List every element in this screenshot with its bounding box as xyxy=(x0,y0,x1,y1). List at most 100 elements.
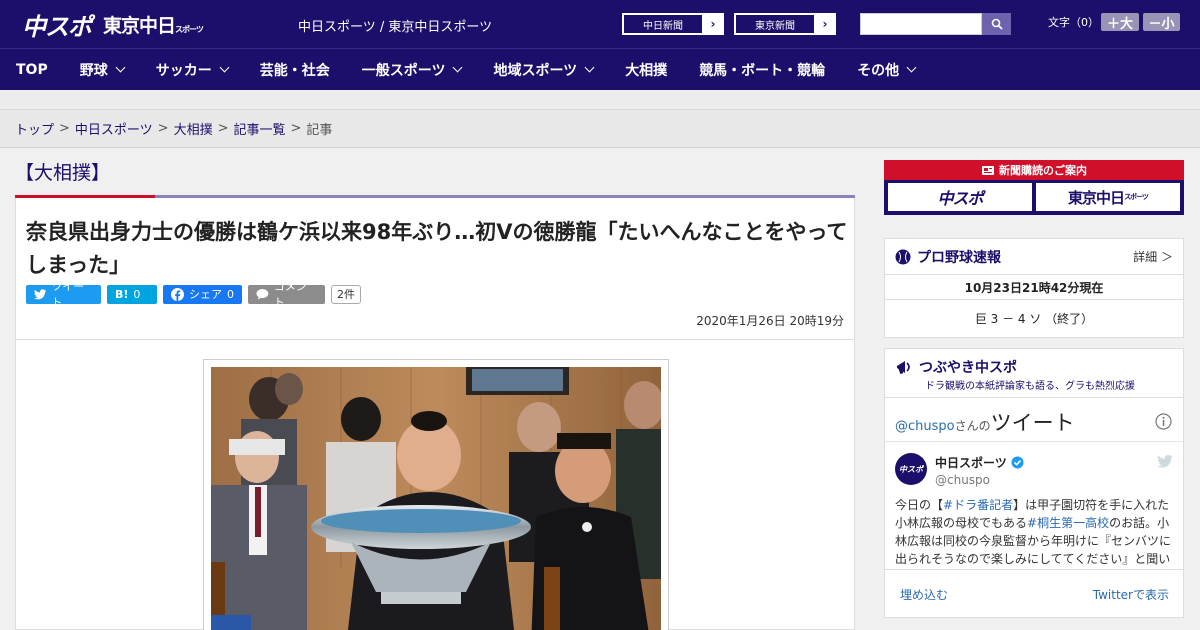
section-label[interactable]: 【大相撲】 xyxy=(15,158,110,185)
comment-label: コメント xyxy=(273,280,307,309)
breadcrumb-separator: > xyxy=(157,121,169,136)
chevron-down-icon xyxy=(453,62,463,73)
spacer-bar xyxy=(0,90,1200,110)
twitter-timeline-header: @chuspo さんの ツイート xyxy=(895,407,1075,437)
search-icon xyxy=(991,18,1003,30)
search-button[interactable] xyxy=(982,13,1011,35)
article-card: 奈良県出身力士の優勝は鶴ケ浜以来98年ぶり…初Vの徳勝龍「たいへんなことをやって… xyxy=(15,198,855,630)
photo-image xyxy=(211,367,661,630)
baseball-icon xyxy=(895,249,911,264)
nav-item-2[interactable]: サッカー xyxy=(140,49,244,91)
hatena-icon: B! xyxy=(115,287,129,301)
account-handle[interactable]: @chuspo xyxy=(935,473,990,487)
nav-item-8[interactable]: その他 xyxy=(841,49,931,91)
info-icon[interactable] xyxy=(1155,413,1172,430)
view-on-twitter-link[interactable]: Twitterで表示 xyxy=(1093,586,1169,603)
site-tagline: 中日スポーツ / 東京中日スポーツ xyxy=(298,20,493,35)
baseball-details-link[interactable]: 詳細 ＞ xyxy=(1133,248,1173,265)
baseball-scores-box: プロ野球速報 詳細 ＞ 10月23日21時42分現在 巨 3 － 4 ソ （終了… xyxy=(884,238,1184,338)
tsubuyaki-header: つぶやき中スポ xyxy=(895,357,1017,377)
breadcrumb-separator: > xyxy=(217,121,229,136)
nav-item-label: 地域スポーツ xyxy=(493,62,578,79)
chunichi-shimbun-link[interactable]: 中日新聞 › xyxy=(622,13,724,35)
facebook-share-button[interactable]: シェア 0 xyxy=(163,284,242,304)
baseball-score-row[interactable]: 巨 3 － 4 ソ （終了） xyxy=(885,300,1183,337)
article-photo[interactable] xyxy=(203,359,669,630)
breadcrumb-article-list[interactable]: 記事一覧 xyxy=(234,119,286,138)
nav-item-3[interactable]: 芸能・社会 xyxy=(244,49,346,91)
font-size-decrease-button[interactable]: －小 xyxy=(1143,13,1180,32)
tweet-text-line: 今日の【#ドラ番記者】は甲子園切符を手に入れた xyxy=(895,498,1170,512)
tweet-text-line: 出られそうなので楽しみにしててください』と聞い xyxy=(895,552,1171,566)
megaphone-icon xyxy=(897,361,910,375)
subscription-buttons: 中スポ 東京中日 スポーツ xyxy=(884,180,1184,214)
font-size-label: 文字（0） xyxy=(1048,16,1099,29)
tokyo-shimbun-label: 東京新聞 xyxy=(735,14,815,34)
twitter-header-divider xyxy=(885,441,1183,442)
breadcrumb-current: 記事 xyxy=(306,123,333,138)
breadcrumb-separator: > xyxy=(59,121,70,136)
logo-tokyo-chunichi: 東京中日スポーツ xyxy=(103,14,204,37)
nav-item-label: サッカー xyxy=(155,62,212,79)
breadcrumb-sumo[interactable]: 大相撲 xyxy=(174,119,213,138)
nav-item-label: 大相撲 xyxy=(625,62,668,79)
facebook-share-count: 0 xyxy=(227,287,234,301)
hashtag-link[interactable]: #ドラ番記者 xyxy=(943,498,1013,512)
font-size-increase-button[interactable]: ＋大 xyxy=(1101,13,1139,32)
search-form xyxy=(860,13,1011,35)
nav-item-7[interactable]: 競馬・ボート・競輪 xyxy=(683,49,841,91)
baseball-scores-header: プロ野球速報 詳細 ＞ xyxy=(885,239,1183,275)
sumo-celebration-photo xyxy=(211,367,661,630)
subscribe-tokyo-chunichi-button[interactable]: 東京中日 スポーツ xyxy=(1036,183,1180,211)
logo-chuspo: 中スポ xyxy=(22,12,92,41)
chevron-down-icon xyxy=(584,62,595,73)
comment-count[interactable]: 2件 xyxy=(331,284,361,304)
facebook-icon xyxy=(171,287,184,301)
tweet-label: ツイート xyxy=(51,280,85,309)
account-name[interactable]: 中日スポーツ xyxy=(935,454,1007,471)
twitter-handle-link[interactable]: @chuspo xyxy=(895,419,955,434)
nav-item-6[interactable]: 大相撲 xyxy=(609,49,683,91)
subscription-banner[interactable]: 新聞購読のご案内 中スポ 東京中日 スポーツ xyxy=(884,160,1184,215)
baseball-scores-title: プロ野球速報 xyxy=(917,249,1001,266)
account-name-row: 中日スポーツ xyxy=(935,454,1024,471)
verified-badge-icon xyxy=(1011,456,1024,469)
nav-item-label: TOP xyxy=(16,61,48,78)
nav-item-4[interactable]: 一般スポーツ xyxy=(346,49,478,91)
embed-link[interactable]: 埋め込む xyxy=(900,586,948,603)
top-header: 中スポ 東京中日スポーツ 中日スポーツ / 東京中日スポーツ 中日新聞 › 東京… xyxy=(0,0,1200,48)
chevron-down-icon xyxy=(906,62,917,73)
chunichi-shimbun-label: 中日新聞 xyxy=(623,14,703,34)
twitter-bird-icon[interactable] xyxy=(1157,455,1173,468)
search-input[interactable] xyxy=(860,13,982,35)
twitter-handle-suffix: さんの xyxy=(954,419,991,433)
breadcrumb-top[interactable]: トップ xyxy=(15,119,54,138)
site-logo[interactable]: 中スポ 東京中日スポーツ xyxy=(22,10,204,41)
nav-item-label: その他 xyxy=(857,62,900,79)
hatena-count: 0 xyxy=(133,287,141,301)
tweet-text-line: 林広報は同校の今泉監督から年明けに『センバツに xyxy=(895,534,1172,548)
breadcrumb: トップ > 中日スポーツ > 大相撲 > 記事一覧 > 記事 xyxy=(0,110,1200,148)
tsubuyaki-title: つぶやき中スポ xyxy=(919,360,1017,376)
breadcrumb-chunichi-sports[interactable]: 中日スポーツ xyxy=(75,119,153,138)
hashtag-link[interactable]: #桐生第一高校 xyxy=(1027,516,1109,530)
baseball-timestamp: 10月23日21時42分現在 xyxy=(885,275,1183,300)
chevron-right-icon: › xyxy=(710,17,716,31)
nav-item-1[interactable]: 野球 xyxy=(64,49,140,91)
twitter-bird-icon xyxy=(34,288,47,299)
tweet-button[interactable]: ツイート xyxy=(26,280,101,309)
subscribe-chuspo-button[interactable]: 中スポ xyxy=(888,183,1032,211)
main-column: 【大相撲】 奈良県出身力士の優勝は鶴ケ浜以来98年ぶり…初Vの徳勝龍「たいへんな… xyxy=(15,148,855,630)
comment-button[interactable]: コメント xyxy=(248,280,325,309)
hatena-bookmark-button[interactable]: B! 0 xyxy=(107,284,157,304)
publish-date: 2020年1月26日 20時19分 xyxy=(696,314,844,328)
nav-item-label: 野球 xyxy=(79,62,108,79)
twitter-footer-divider xyxy=(885,569,1183,570)
twitter-tweets-label: ツイート xyxy=(990,411,1075,435)
tokyo-shimbun-link[interactable]: 東京新聞 › xyxy=(734,13,836,35)
nav-item-0[interactable]: TOP xyxy=(0,49,64,91)
nav-item-5[interactable]: 地域スポーツ xyxy=(477,49,609,91)
share-buttons: ツイート B! 0 シェア 0 コメント 2件 xyxy=(26,280,361,309)
avatar[interactable]: 中スポ xyxy=(895,453,927,485)
subscription-banner-title-bar: 新聞購読のご案内 xyxy=(884,160,1184,180)
